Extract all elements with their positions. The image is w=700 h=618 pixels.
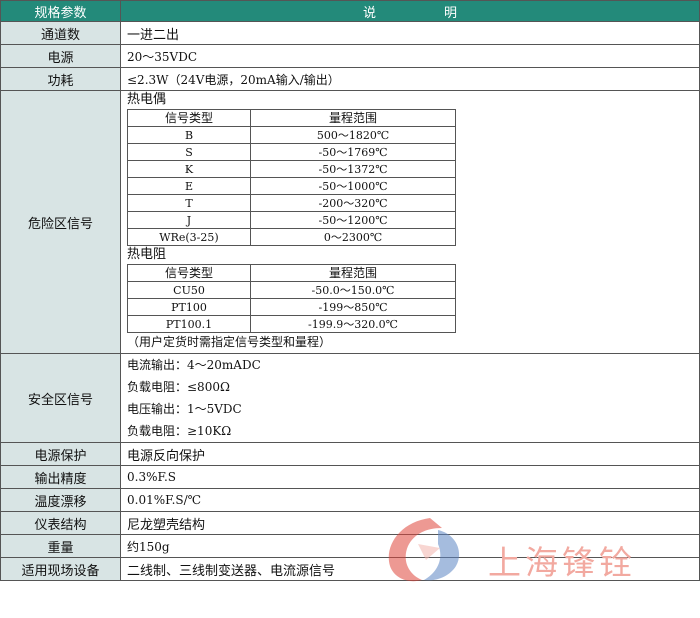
tc-row: J -50～1200℃ [127, 211, 456, 229]
label-protect: 电源保护 [0, 442, 121, 466]
rtd-range: -199～850℃ [250, 298, 456, 316]
tc-table: 信号类型 量程范围 B 500～1820℃ S -50～1769℃ K -50～137… [127, 109, 456, 246]
tc-row: K -50～1372℃ [127, 160, 456, 178]
tc-type: K [127, 160, 251, 178]
value-protect: 电源反向保护 [120, 442, 700, 466]
label-hazard: 危险区信号 [0, 90, 121, 354]
tc-range: -50～1372℃ [250, 160, 456, 178]
tc-type: S [127, 143, 251, 161]
rtd-head-row: 信号类型 量程范围 [127, 264, 456, 282]
spec-table: 规格参数 说明 通道数 一进二出 电源 20～35VDC 功耗 ≤2.3W（24… [0, 0, 700, 581]
rtd-head-type: 信号类型 [127, 264, 251, 282]
header-row: 规格参数 说明 [0, 0, 700, 22]
row-consumption: 功耗 ≤2.3W（24V电源，20mA输入/输出） [0, 67, 700, 91]
label-accuracy: 输出精度 [0, 465, 121, 489]
row-drift: 温度漂移 0.01%F.S/℃ [0, 488, 700, 512]
rtd-head-range: 量程范围 [250, 264, 456, 282]
label-channels: 通道数 [0, 21, 121, 45]
label-weight: 重量 [0, 534, 121, 558]
row-protect: 电源保护 电源反向保护 [0, 442, 700, 466]
rtd-row: CU50 -50.0～150.0℃ [127, 281, 456, 299]
tc-row: B 500～1820℃ [127, 126, 456, 144]
label-structure: 仪表结构 [0, 511, 121, 535]
tc-range: -50～1200℃ [250, 211, 456, 229]
rtd-range: -50.0～150.0℃ [250, 281, 456, 299]
label-devices: 适用现场设备 [0, 557, 121, 581]
row-structure: 仪表结构 尼龙塑壳结构 [0, 511, 700, 535]
tc-range: -50～1000℃ [250, 177, 456, 195]
row-channels: 通道数 一进二出 [0, 21, 700, 45]
tc-type: E [127, 177, 251, 195]
tc-row: S -50～1769℃ [127, 143, 456, 161]
safe-line: 电流输出：4～20mADC [127, 358, 261, 372]
header-desc-a: 说 [362, 5, 376, 21]
value-accuracy: 0.3%F.S [120, 465, 700, 489]
safe-line: 电压输出：1～5VDC [127, 402, 242, 416]
tc-type: WRe(3-25) [127, 228, 251, 246]
value-drift: 0.01%F.S/℃ [120, 488, 700, 512]
rtd-row: PT100 -199～850℃ [127, 298, 456, 316]
rtd-type: PT100 [127, 298, 251, 316]
tc-range: -50～1769℃ [250, 143, 456, 161]
value-channels: 一进二出 [120, 21, 700, 45]
tc-head-row: 信号类型 量程范围 [127, 109, 456, 127]
tc-row: WRe(3-25) 0～2300℃ [127, 228, 456, 246]
tc-head-range: 量程范围 [250, 109, 456, 127]
tc-type: B [127, 126, 251, 144]
value-structure: 尼龙塑壳结构 [120, 511, 700, 535]
row-power: 电源 20～35VDC [0, 44, 700, 68]
label-power: 电源 [0, 44, 121, 68]
company-logo-text: 上海锋铨 [488, 543, 636, 582]
value-consumption: ≤2.3W（24V电源，20mA输入/输出） [120, 67, 700, 91]
label-consumption: 功耗 [0, 67, 121, 91]
tc-type: J [127, 211, 251, 229]
safe-line: 负载电阻：≤800Ω [127, 380, 230, 394]
tc-range: 500～1820℃ [250, 126, 456, 144]
rtd-range: -199.9～320.0℃ [250, 315, 456, 333]
tc-row: T -200～320℃ [127, 194, 456, 212]
rtd-type: CU50 [127, 281, 251, 299]
rtd-type: PT100.1 [127, 315, 251, 333]
header-param: 规格参数 [0, 0, 121, 22]
label-safe: 安全区信号 [0, 353, 121, 443]
tc-type: T [127, 194, 251, 212]
safe-line: 负载电阻：≥10KΩ [127, 424, 232, 438]
tc-range: -200～320℃ [250, 194, 456, 212]
hazard-note: （用户定货时需指定信号类型和量程） [127, 335, 332, 349]
value-power: 20～35VDC [120, 44, 700, 68]
rtd-title: 热电阻 [127, 247, 167, 262]
row-hazard: 危险区信号 热电偶 信号类型 量程范围 B 500～1820℃ S -50～1769… [0, 90, 700, 354]
value-safe: 电流输出：4～20mADC 负载电阻：≤800Ω 电压输出：1～5VDC 负载电… [120, 353, 700, 443]
rtd-row: PT100.1 -199.9～320.0℃ [127, 315, 456, 333]
tc-range: 0～2300℃ [250, 228, 456, 246]
rtd-table: 信号类型 量程范围 CU50 -50.0～150.0℃ PT100 -199～850… [127, 264, 456, 333]
tc-row: E -50～1000℃ [127, 177, 456, 195]
tc-head-type: 信号类型 [127, 109, 251, 127]
header-desc: 说明 [120, 0, 700, 22]
header-desc-b: 明 [444, 5, 458, 21]
value-hazard: 热电偶 信号类型 量程范围 B 500～1820℃ S -50～1769℃ K -50… [120, 90, 700, 354]
row-accuracy: 输出精度 0.3%F.S [0, 465, 700, 489]
tc-title: 热电偶 [127, 92, 167, 107]
label-drift: 温度漂移 [0, 488, 121, 512]
row-safe: 安全区信号 电流输出：4～20mADC 负载电阻：≤800Ω 电压输出：1～5V… [0, 353, 700, 443]
